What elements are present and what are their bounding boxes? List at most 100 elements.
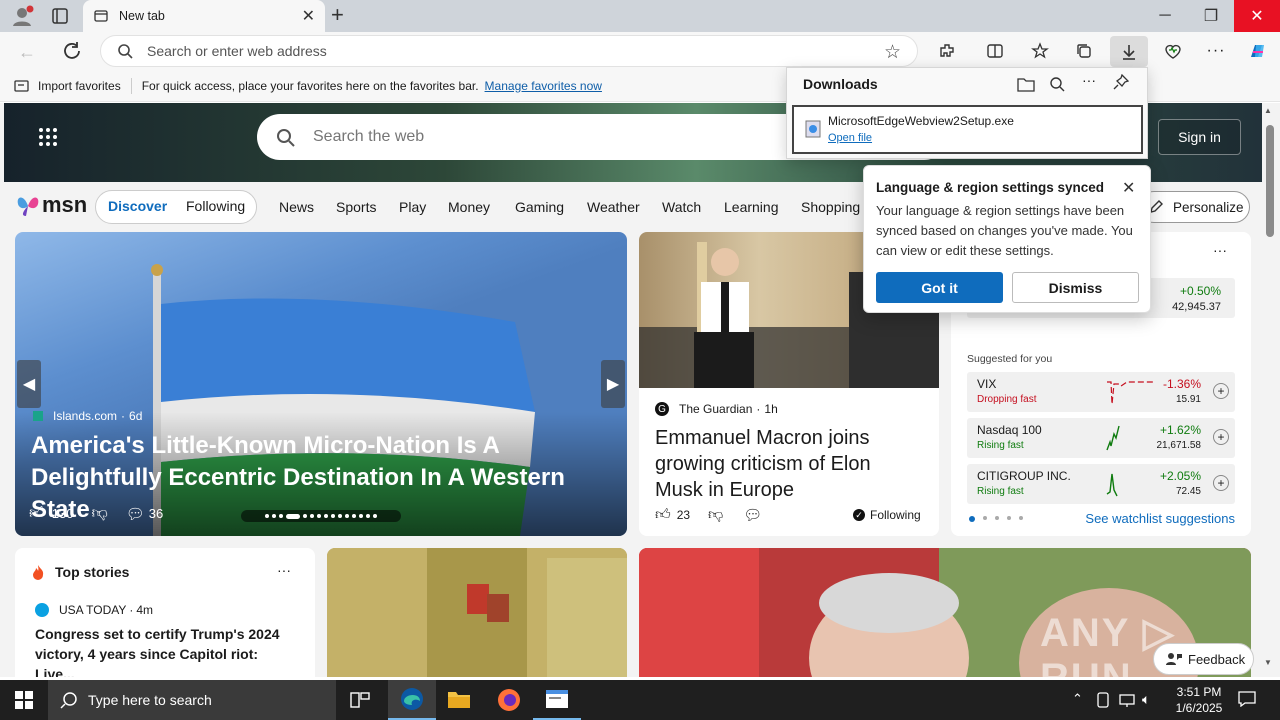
stock-row-nasdaq[interactable]: Nasdaq 100 Rising fast +1.62% 21,671.58 … <box>967 418 1235 458</box>
nav-play[interactable]: Play <box>399 199 426 215</box>
start-button[interactable] <box>0 680 48 720</box>
new-tab-button[interactable]: + <box>331 4 344 26</box>
close-tab-icon[interactable]: ✕ <box>302 6 315 26</box>
add-stock-icon[interactable]: + <box>1213 383 1229 399</box>
nav-watch[interactable]: Watch <box>662 199 701 215</box>
installer-taskbar-button[interactable] <box>533 680 581 720</box>
clock-time: 3:51 PM <box>1176 685 1222 699</box>
like-icon[interactable]: 👍︎ <box>29 504 46 523</box>
firefox-icon[interactable] <box>497 688 521 712</box>
tab-actions-icon[interactable] <box>52 8 68 24</box>
stock-name: VIX <box>977 377 997 391</box>
manage-favorites-link[interactable]: Manage favorites now <box>485 79 602 93</box>
watchlist-pager[interactable] <box>969 516 1023 522</box>
tray-device-icon[interactable] <box>1096 692 1110 708</box>
pin-icon[interactable] <box>1113 74 1129 92</box>
nav-sports[interactable]: Sports <box>336 199 376 215</box>
address-bar[interactable]: Search or enter web address <box>100 35 918 67</box>
hero-story-card[interactable]: ◀ ▶ Islands.com · 6d America's Little-Kn… <box>15 232 627 536</box>
top-story-headline[interactable]: Congress set to certify Trump's 2024 vic… <box>35 624 300 677</box>
like-icon[interactable]: 👍︎ <box>655 506 671 524</box>
tab-new-tab[interactable]: New tab ✕ <box>83 0 325 32</box>
got-it-button[interactable]: Got it <box>876 272 1003 303</box>
msn-logo[interactable]: msn <box>16 192 87 218</box>
restore-button[interactable]: ❐ <box>1188 0 1234 32</box>
guardian-logo-icon: G <box>655 402 669 416</box>
story-likes: 23 <box>676 508 691 522</box>
dislike-icon[interactable]: 👎︎ <box>91 504 107 523</box>
feedback-button[interactable]: Feedback <box>1153 643 1254 675</box>
personalize-label: Personalize <box>1173 199 1244 215</box>
carousel-next-button[interactable]: ▶ <box>601 360 625 408</box>
open-downloads-folder-icon[interactable] <box>1017 76 1035 92</box>
add-stock-icon[interactable]: + <box>1213 429 1229 445</box>
minimize-button[interactable]: ─ <box>1142 0 1188 32</box>
favorites-icon[interactable] <box>1025 38 1055 64</box>
tab-discover[interactable]: Discover <box>108 198 167 214</box>
watchlist-more-icon[interactable]: ··· <box>1213 242 1227 258</box>
downloads-icon[interactable] <box>1110 36 1148 67</box>
tab-title: New tab <box>119 9 165 23</box>
stock-status: Rising fast <box>977 440 1024 451</box>
volume-icon[interactable]: 🔈︎ <box>1142 691 1150 708</box>
clock[interactable]: 3:51 PM 1/6/2025 <box>1168 684 1230 716</box>
copilot-icon[interactable] <box>1243 38 1273 64</box>
carousel-dots[interactable] <box>241 510 401 522</box>
carousel-prev-button[interactable]: ◀ <box>17 360 41 408</box>
comment-icon[interactable]: 💬︎ <box>743 506 762 524</box>
browser-essentials-icon[interactable] <box>1158 38 1188 64</box>
nav-gaming[interactable]: Gaming <box>515 199 564 215</box>
notifications-icon[interactable] <box>1238 691 1256 707</box>
search-downloads-icon[interactable] <box>1049 76 1065 92</box>
tab-following[interactable]: Following <box>186 198 245 214</box>
edge-taskbar-button[interactable] <box>388 680 436 720</box>
back-icon[interactable]: ← <box>18 42 36 63</box>
taskbar: Type here to search ⌃ 🔈︎ 3:51 PM 1/6/202… <box>0 680 1280 720</box>
nav-weather[interactable]: Weather <box>587 199 640 215</box>
sign-in-button[interactable]: Sign in <box>1158 119 1241 155</box>
stock-row-vix[interactable]: VIX Dropping fast -1.36% 15.91 + <box>967 372 1235 412</box>
top-stories-more-icon[interactable]: ··· <box>277 562 291 578</box>
collections-icon[interactable] <box>1069 38 1099 64</box>
download-item[interactable]: MicrosoftEdgeWebview2Setup.exe Open file <box>792 105 1143 154</box>
nav-news[interactable]: News <box>279 199 314 215</box>
app-launcher-icon[interactable] <box>38 127 58 147</box>
popup-close-icon[interactable]: ✕ <box>1122 178 1135 198</box>
nav-learning[interactable]: Learning <box>724 199 779 215</box>
hero-source: Islands.com · 6d <box>33 409 142 423</box>
scroll-up-icon[interactable]: ▲ <box>1264 106 1272 115</box>
following-badge[interactable]: ✓ Following <box>853 508 921 522</box>
downloads-more-icon[interactable]: ··· <box>1082 72 1096 88</box>
installer-window-icon <box>546 690 568 708</box>
split-screen-icon[interactable] <box>980 38 1010 64</box>
nav-shopping[interactable]: Shopping <box>801 199 860 215</box>
taskbar-search-box[interactable]: Type here to search <box>48 680 336 720</box>
story-headline[interactable]: Emmanuel Macron joins growing criticism … <box>655 425 923 503</box>
favorite-star-icon[interactable]: ☆ <box>884 41 901 64</box>
web-search-icon <box>276 128 296 148</box>
nav-money[interactable]: Money <box>448 199 490 215</box>
comment-icon[interactable]: 💬︎ <box>126 505 145 523</box>
refresh-icon[interactable] <box>62 41 82 61</box>
dislike-icon[interactable]: 👎︎ <box>708 506 723 524</box>
import-favorites-button[interactable]: Import favorites <box>14 79 121 93</box>
close-window-button[interactable]: ✕ <box>1234 0 1280 32</box>
stock-row-citigroup[interactable]: CITIGROUP INC. Rising fast +2.05% 72.45 … <box>967 464 1235 504</box>
stock-status: Dropping fast <box>977 394 1037 405</box>
nasdaq-sparkline <box>1106 425 1120 451</box>
extensions-icon[interactable] <box>932 38 962 64</box>
settings-more-icon[interactable]: ··· <box>1201 38 1231 64</box>
scroll-thumb[interactable] <box>1266 125 1274 237</box>
vertical-scrollbar[interactable]: ▲ ▼ <box>1262 103 1280 677</box>
dismiss-button[interactable]: Dismiss <box>1012 272 1139 303</box>
clock-date: 1/6/2025 <box>1175 701 1223 715</box>
add-stock-icon[interactable]: + <box>1213 475 1229 491</box>
book-story-card[interactable] <box>327 548 627 677</box>
tray-chevron-icon[interactable]: ⌃ <box>1072 691 1083 707</box>
network-icon[interactable] <box>1118 692 1136 708</box>
file-explorer-icon[interactable] <box>447 688 471 710</box>
profile-icon[interactable] <box>10 5 34 27</box>
task-view-icon[interactable] <box>350 691 370 709</box>
open-file-link[interactable]: Open file <box>828 132 872 144</box>
see-watchlist-suggestions-link[interactable]: See watchlist suggestions <box>1085 511 1235 526</box>
